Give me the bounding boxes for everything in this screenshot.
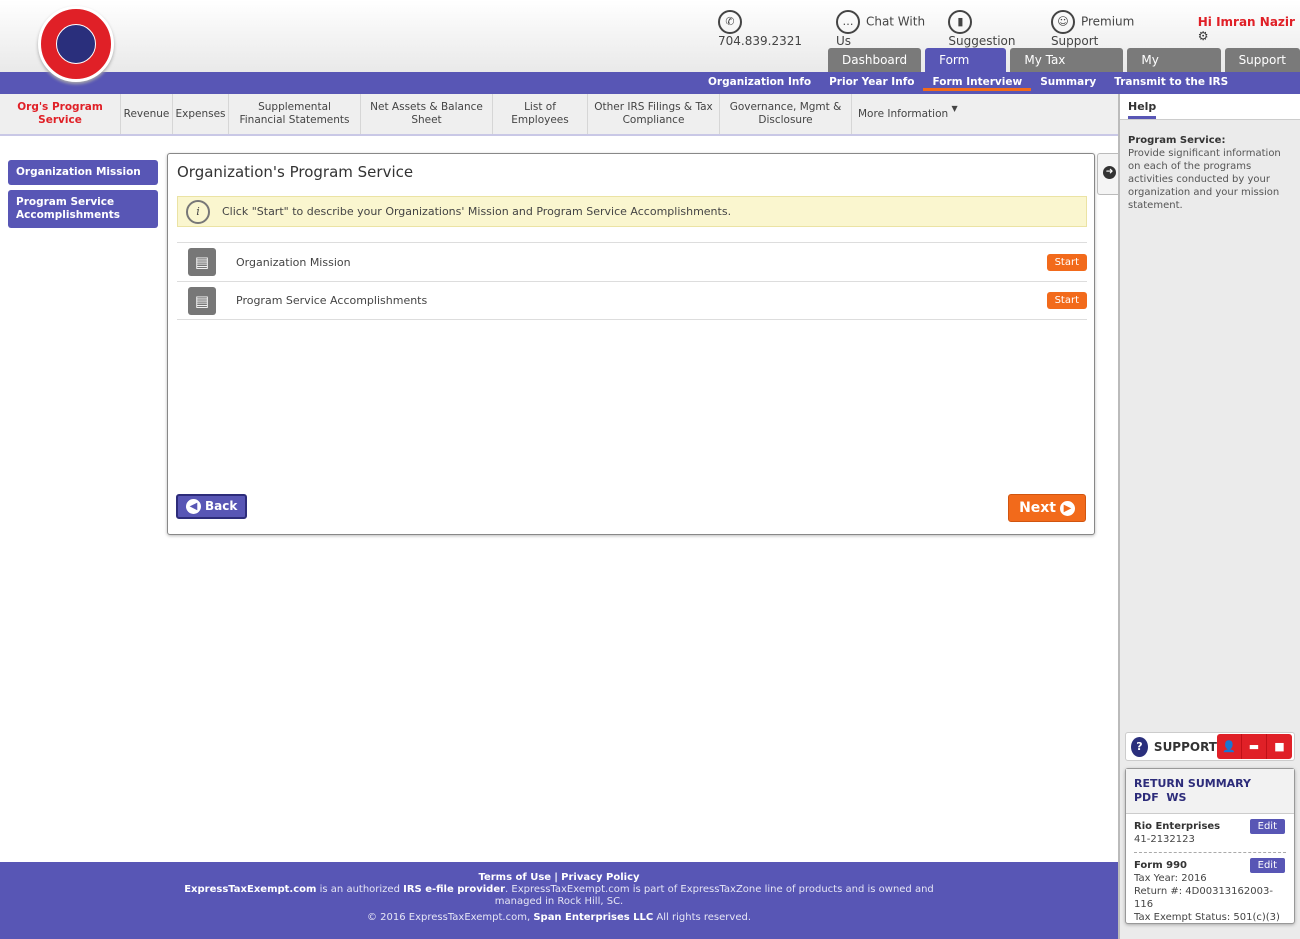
ein: 41-2132123	[1134, 834, 1195, 845]
list-item: ▤ Program Service Accomplishments Start	[177, 281, 1087, 320]
copyright: © 2016 ExpressTaxExempt.com,	[366, 912, 534, 923]
subnav-prior-year-info[interactable]: Prior Year Info	[829, 76, 914, 91]
help-heading: Program Service:	[1128, 135, 1226, 146]
sub-nav: Organization Info Prior Year Info Form I…	[0, 72, 1300, 94]
org-name: Rio Enterprises	[1134, 821, 1221, 832]
logo[interactable]	[38, 6, 114, 82]
list-item: ▤ Organization Mission Start	[177, 242, 1087, 281]
info-banner: i Click "Start" to describe your Organiza…	[177, 196, 1087, 227]
tab-my-tax-returns[interactable]: My Tax Returns	[1010, 48, 1124, 91]
suggestion-label: Suggestion	[948, 34, 1016, 48]
agent-icon: ☺	[1050, 10, 1075, 34]
chat-link[interactable]: … Chat With Us	[835, 10, 934, 48]
tab-form-990[interactable]: Form 990	[925, 48, 1007, 91]
step-employees[interactable]: List of Employees	[493, 94, 588, 134]
info-icon: i	[186, 199, 210, 224]
subnav-summary[interactable]: Summary	[1040, 76, 1096, 91]
subnav-organization-info[interactable]: Organization Info	[708, 76, 811, 91]
step-program-service[interactable]: Org's Program Service	[0, 94, 121, 134]
step-governance[interactable]: Governance, Mgmt & Disclosure	[720, 94, 852, 134]
edit-org-button[interactable]: Edit	[1249, 819, 1285, 834]
more-info-label: More Information	[858, 107, 949, 120]
left-nav: Organization Mission Program Service Acc…	[8, 160, 158, 233]
edit-form-button[interactable]: Edit	[1249, 858, 1285, 873]
step-net-assets[interactable]: Net Assets & Balance Sheet	[361, 94, 493, 134]
tax-exempt-status: Tax Exempt Status: 501(c)(3)	[1134, 912, 1280, 923]
chat-icon: …	[835, 10, 860, 34]
arrow-right-icon: ➜	[1103, 166, 1116, 179]
start-button[interactable]: Start	[1046, 292, 1087, 309]
person-icon[interactable]: 👤	[1217, 734, 1242, 759]
next-button[interactable]: Next ▶	[1008, 494, 1086, 522]
privacy-link[interactable]: Privacy Policy	[561, 872, 639, 883]
help-toggle[interactable]: ➜	[1097, 153, 1119, 195]
back-label: Back	[205, 499, 238, 513]
footer-text-2: . ExpressTaxExempt.com is part of Expres…	[494, 884, 934, 907]
return-summary: RETURN SUMMARY PDF WS Rio Enterprises 41-2…	[1125, 768, 1295, 924]
row-label: Organization Mission	[236, 255, 351, 269]
document-icon: ▤	[188, 286, 216, 315]
subnav-form-interview[interactable]: Form Interview	[923, 76, 1032, 91]
premium-support-link[interactable]: ☺ Premium Support	[1050, 10, 1174, 48]
next-label: Next	[1019, 500, 1056, 516]
help-text: Provide significant information on each …	[1128, 148, 1281, 211]
step-revenue[interactable]: Revenue	[121, 94, 173, 134]
subnav-transmit[interactable]: Transmit to the IRS	[1114, 76, 1228, 91]
tab-support[interactable]: Support	[1224, 48, 1300, 72]
leftnav-organization-mission[interactable]: Organization Mission	[8, 160, 158, 185]
suggestion-link[interactable]: ▮Suggestion	[948, 10, 1037, 48]
user-name: Hi Imran Nazir	[1197, 15, 1295, 29]
tax-year: Tax Year: 2016	[1134, 873, 1207, 884]
info-text: Click "Start" to describe your Organizat…	[222, 205, 732, 218]
return-number: Return #: 4D00313162003-116	[1134, 886, 1273, 910]
footer-rights: All rights reserved.	[653, 912, 752, 923]
pdf-ws-links[interactable]: PDF WS	[1134, 791, 1186, 804]
document-icon: ▤	[188, 248, 216, 276]
gear-icon: ⚙	[1197, 29, 1209, 43]
step-other-irs[interactable]: Other IRS Filings & Tax Compliance	[588, 94, 720, 134]
question-icon: ?	[1131, 736, 1148, 757]
footer-text: is an authorized	[316, 884, 404, 895]
footer-site: ExpressTaxExempt.com	[184, 884, 317, 895]
caret-down-icon: ▼	[951, 104, 958, 113]
video-icon[interactable]: ■	[1267, 734, 1292, 759]
form-name: Form 990	[1134, 860, 1188, 871]
step-supplemental[interactable]: Supplemental Financial Statements	[229, 94, 361, 134]
leftnav-program-service-accomplishments[interactable]: Program Service Accomplishments	[8, 190, 158, 228]
user-menu[interactable]: Hi Imran Nazir ⚙	[1198, 15, 1300, 43]
help-tab[interactable]: Help	[1120, 94, 1300, 120]
phone-number: 704.839.2321	[718, 34, 802, 48]
arrow-right-icon: ▶	[1060, 500, 1075, 516]
arrow-left-icon: ◀	[186, 499, 201, 514]
return-summary-title: RETURN SUMMARY	[1134, 777, 1252, 790]
step-nav: Org's Program Service Revenue Expenses S…	[0, 94, 1118, 136]
step-more-information[interactable]: More Information ▼	[852, 94, 972, 134]
header: ✆704.839.2321 … Chat With Us ▮Suggestion …	[0, 0, 1300, 91]
program-service-panel: Organization's Program Service i Click "S…	[167, 153, 1095, 535]
footer-company: Span Enterprises LLC	[533, 912, 654, 923]
page-title: Organization's Program Service	[177, 163, 414, 181]
terms-link[interactable]: Terms of Use	[478, 872, 551, 883]
support-widget: ? SUPPORT 👤 ▬ ■	[1125, 732, 1295, 761]
phone-link[interactable]: ✆704.839.2321	[718, 10, 822, 48]
start-button[interactable]: Start	[1046, 253, 1087, 271]
row-label: Program Service Accomplishments	[236, 294, 428, 307]
footer: Terms of Use | Privacy Policy ExpressTax…	[0, 862, 1118, 939]
phone-icon: ✆	[718, 10, 742, 34]
tab-my-account[interactable]: My Account	[1127, 48, 1221, 91]
step-expenses[interactable]: Expenses	[173, 94, 229, 134]
support-label: SUPPORT	[1153, 739, 1217, 754]
back-button[interactable]: ◀ Back	[176, 494, 248, 519]
footer-irs: IRS e-file provider	[403, 884, 506, 895]
chat-icon[interactable]: ▬	[1242, 734, 1267, 759]
tab-dashboard[interactable]: Dashboard	[828, 48, 922, 72]
help-tab-label: Help	[1128, 100, 1157, 119]
microphone-icon: ▮	[948, 10, 973, 34]
